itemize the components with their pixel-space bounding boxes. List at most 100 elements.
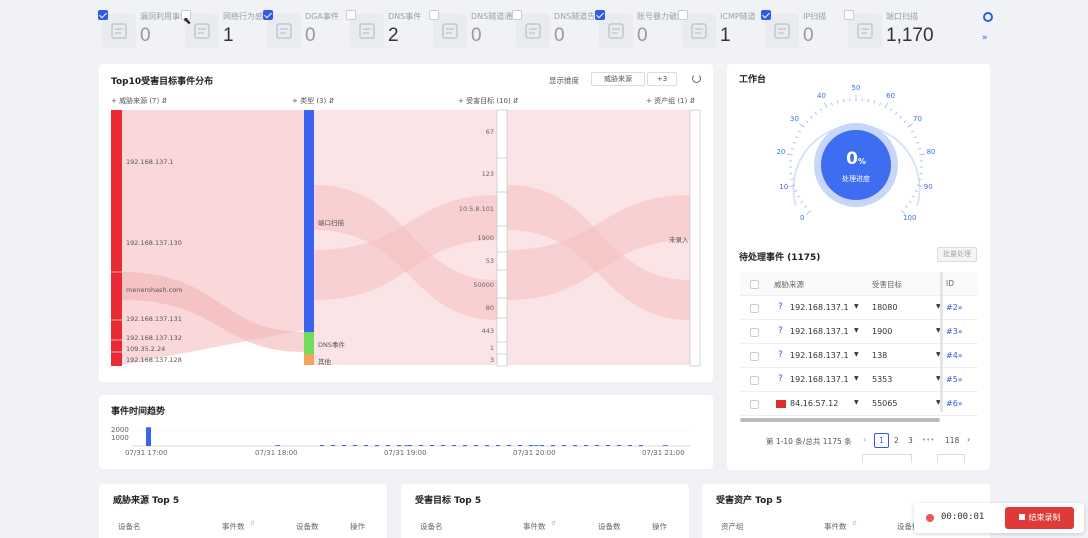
gauge-tick <box>907 123 913 128</box>
row-target: 5353 <box>872 375 893 384</box>
gauge-tick-label: 70 <box>913 115 922 124</box>
row-checkbox[interactable] <box>750 352 759 361</box>
top5-target-col-1: 设备名 <box>420 522 443 531</box>
recording-dot-icon <box>926 514 934 522</box>
gauge-tick <box>913 136 917 139</box>
row-target: 138 <box>872 351 888 360</box>
row-source: 192.168.137.1 <box>790 375 849 384</box>
row-checkbox[interactable] <box>750 304 759 313</box>
top5-source-col-1: 设备名 <box>118 522 141 531</box>
table-scrollbar[interactable] <box>740 418 940 422</box>
page-2[interactable]: 2 <box>894 436 899 445</box>
top5-asset-col-1: 资产组 <box>721 522 744 531</box>
top5-source-col-2[interactable]: 事件数 <box>222 521 245 532</box>
gauge-tick <box>800 200 804 203</box>
row-id-link[interactable]: #3» <box>946 327 963 336</box>
gauge-tick <box>819 108 823 112</box>
gauge-tick <box>911 195 915 198</box>
page-ellipsis[interactable]: ••• <box>922 436 934 444</box>
mouse-cursor-icon: ⬉ <box>183 16 192 27</box>
gauge-tick <box>799 123 805 128</box>
page-size-select[interactable] <box>862 454 912 463</box>
gauge-tick <box>894 111 898 115</box>
gauge-tick-label: 80 <box>926 148 936 157</box>
row-id-link[interactable]: #6» <box>946 399 963 408</box>
sort-icon[interactable]: ⇵ <box>852 520 857 527</box>
gauge-tick <box>867 99 869 103</box>
gauge-tick <box>795 136 799 139</box>
sort-icon[interactable]: ⇵ <box>250 520 255 527</box>
gauge-tick <box>879 102 882 106</box>
gauge-tick <box>797 195 801 198</box>
select-all-checkbox[interactable] <box>750 280 759 289</box>
top5-target-title: 受害目标 Top 5 <box>415 496 482 506</box>
gauge-tick-label: 90 <box>923 183 933 192</box>
row-id-link[interactable]: #4» <box>946 351 963 360</box>
gauge-tick <box>903 120 907 123</box>
unknown-location-icon: ? <box>778 374 783 384</box>
progress-gauge <box>786 95 926 215</box>
row-target: 18080 <box>872 303 898 312</box>
stop-square-icon <box>1018 514 1025 520</box>
gauge-label: 处理进度 <box>842 175 870 183</box>
row-checkbox[interactable] <box>750 328 759 337</box>
stop-recording-label: 结束录制 <box>1028 513 1061 522</box>
row-checkbox[interactable] <box>750 400 759 409</box>
page-prev-icon[interactable]: ‹ <box>863 435 866 444</box>
gauge-tick <box>804 205 807 209</box>
table-scrollbar-v[interactable] <box>940 272 943 412</box>
gauge-tick <box>914 190 918 192</box>
batch-process-button[interactable]: 批量处理 <box>937 247 977 262</box>
col-id: ID <box>946 279 954 288</box>
gauge-tick <box>814 111 818 115</box>
gauge-value: 0% <box>834 149 878 169</box>
gauge-tick-label: 0 <box>800 213 805 222</box>
recorder-widget: 00:00:01 结束录制 <box>914 503 1084 533</box>
top5-source-col-4: 操作 <box>350 522 365 531</box>
page-next-icon[interactable]: › <box>967 435 970 444</box>
top5-asset-col-2[interactable]: 事件数 <box>824 521 847 532</box>
row-checkbox[interactable] <box>750 376 759 385</box>
row-id-link[interactable]: #2» <box>946 303 963 312</box>
unknown-location-icon: ? <box>778 326 783 336</box>
row-id-link[interactable]: #5» <box>946 375 963 384</box>
stop-recording-button[interactable]: 结束录制 <box>1005 507 1074 529</box>
gauge-tick <box>908 200 912 203</box>
dropdown-icon[interactable]: ▼ <box>854 399 859 406</box>
gauge-tick <box>873 100 876 104</box>
dropdown-icon[interactable]: ▼ <box>854 303 859 310</box>
gauge-tick <box>884 102 889 109</box>
row-source: 84.16.57.12 <box>790 399 839 408</box>
dropdown-icon[interactable]: ▼ <box>854 351 859 358</box>
gauge-tick <box>916 141 920 144</box>
page-last[interactable]: 118 <box>945 436 959 445</box>
gauge-unit: % <box>857 157 866 166</box>
top5-target-col-4: 操作 <box>652 522 667 531</box>
gauge-tick <box>792 141 796 144</box>
gauge-tick-label: 30 <box>790 115 799 124</box>
top5-target-col-2[interactable]: 事件数 <box>523 521 546 532</box>
gauge-tick <box>791 147 795 150</box>
page-3[interactable]: 3 <box>908 436 913 445</box>
gauge-tick <box>843 99 845 103</box>
sort-icon[interactable]: ⇵ <box>551 520 556 527</box>
gauge-tick-label: 40 <box>817 92 826 101</box>
gauge-tick-label: 20 <box>776 148 786 157</box>
dropdown-icon[interactable]: ▼ <box>854 375 859 382</box>
gauge-tick <box>899 115 903 119</box>
unknown-location-icon: ? <box>778 350 783 360</box>
page-1[interactable]: 1 <box>874 433 889 448</box>
gauge-tick-label: 100 <box>903 213 917 222</box>
top5-target-col-3: 设备数 <box>598 522 621 531</box>
dropdown-icon[interactable]: ▼ <box>854 327 859 334</box>
flag-icon <box>776 400 786 408</box>
gauge-tick <box>917 147 921 150</box>
gauge-tick-label: 60 <box>886 92 895 101</box>
gauge-tick <box>823 102 828 109</box>
gauge-tick <box>794 190 798 192</box>
gauge-tick <box>836 100 839 104</box>
unknown-location-icon: ? <box>778 302 783 312</box>
gauge-value-number: 0 <box>846 149 858 169</box>
row-source: 192.168.137.1 <box>790 327 849 336</box>
page-jump-input[interactable] <box>937 454 965 463</box>
